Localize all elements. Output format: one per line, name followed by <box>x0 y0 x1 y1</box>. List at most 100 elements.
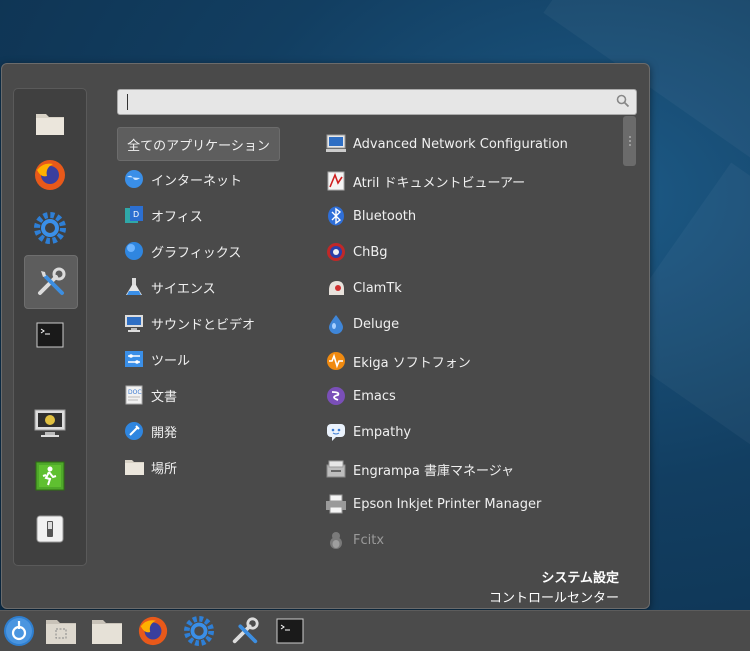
category-graphics[interactable]: グラフィックス <box>117 235 277 267</box>
category-internet[interactable]: インターネット <box>117 163 277 195</box>
app-label: Engrampa 書庫マネージャ <box>353 463 515 479</box>
app-empathy[interactable]: Empathy <box>325 416 625 448</box>
category-label: オフィス <box>151 209 203 225</box>
app-engrampa[interactable]: Engrampa 書庫マネージャ <box>325 453 625 485</box>
category-all-applications[interactable]: 全てのアプリケーション <box>117 127 280 161</box>
app-list-scrollbar[interactable] <box>623 116 637 566</box>
category-label: 開発 <box>151 425 178 441</box>
app-label: Empathy <box>353 424 412 440</box>
menu-launcher-button[interactable] <box>2 614 36 648</box>
favorite-lock-screen[interactable] <box>24 398 76 450</box>
app-chbg[interactable]: ChBg <box>325 236 625 268</box>
empathy-icon <box>325 421 347 443</box>
clamtk-icon <box>325 277 347 299</box>
app-label: Bluetooth <box>353 208 417 224</box>
terminal-icon <box>276 618 304 644</box>
app-clamtk[interactable]: ClamTk <box>325 272 625 304</box>
multimedia-icon <box>124 313 144 333</box>
app-atril[interactable]: Atril ドキュメントビューアー <box>325 165 625 197</box>
firefox-icon <box>35 160 65 190</box>
app-label: Deluge <box>353 316 400 332</box>
category-places[interactable]: 場所 <box>117 451 277 483</box>
firefox-launcher[interactable] <box>136 614 170 648</box>
text-cursor <box>127 94 128 110</box>
category-label: 文書 <box>151 389 178 405</box>
category-label: サウンドとビデオ <box>151 317 256 333</box>
taskbar <box>0 610 750 651</box>
app-label: Ekiga ソフトフォン <box>353 355 471 371</box>
category-label: 全てのアプリケーション <box>127 138 270 154</box>
ekiga-icon <box>325 350 347 372</box>
favorite-shutdown[interactable] <box>24 503 76 555</box>
app-fcitx[interactable]: Fcitx <box>325 524 625 556</box>
firefox-icon <box>138 616 168 646</box>
atril-icon <box>325 170 347 192</box>
settings-gear-icon <box>34 212 66 244</box>
favorites-panel <box>13 88 87 566</box>
fcitx-icon <box>325 529 347 551</box>
printer-icon <box>325 493 347 515</box>
deluge-icon <box>325 313 347 335</box>
category-documents[interactable]: DOC 文書 <box>117 379 277 411</box>
favorite-settings[interactable] <box>24 202 76 254</box>
settings-launcher[interactable] <box>182 614 216 648</box>
category-label: インターネット <box>151 173 243 189</box>
svg-text:D: D <box>133 210 139 219</box>
app-ekiga[interactable]: Ekiga ソフトフォン <box>325 345 625 377</box>
tools-launcher[interactable] <box>228 614 262 648</box>
app-label: Atril ドキュメントビューアー <box>353 175 526 191</box>
graphics-icon <box>124 241 144 261</box>
utilities-icon <box>124 349 144 369</box>
category-label: グラフィックス <box>151 245 242 261</box>
app-label: ChBg <box>353 244 388 260</box>
category-office[interactable]: D オフィス <box>117 199 277 231</box>
favorite-folder[interactable] <box>24 97 76 149</box>
menu-launcher-icon <box>4 616 34 646</box>
selected-item-title: システム設定 <box>541 571 619 586</box>
category-science[interactable]: サイエンス <box>117 271 277 303</box>
app-label: Epson Inkjet Printer Manager <box>353 496 542 512</box>
chbg-icon <box>325 241 347 263</box>
network-config-icon <box>325 133 347 155</box>
app-label: ClamTk <box>353 280 402 296</box>
terminal-icon <box>36 322 64 348</box>
settings-gear-icon <box>184 616 214 646</box>
category-label: ツール <box>151 353 191 369</box>
app-emacs[interactable]: Emacs <box>325 380 625 412</box>
search-input[interactable] <box>117 89 637 115</box>
office-icon: D <box>124 205 144 225</box>
files-button[interactable] <box>90 614 124 648</box>
favorite-terminal[interactable] <box>24 309 76 361</box>
category-development[interactable]: 開発 <box>117 415 277 447</box>
category-label: 場所 <box>151 461 178 477</box>
app-label: Emacs <box>353 388 396 404</box>
category-utilities[interactable]: ツール <box>117 343 277 375</box>
lock-screen-icon <box>34 409 66 437</box>
tools-icon <box>232 617 259 644</box>
svg-text:DOC: DOC <box>128 389 142 396</box>
favorite-tools[interactable] <box>24 255 78 309</box>
tools-icon <box>38 267 66 295</box>
search-icon <box>616 94 630 108</box>
app-deluge[interactable]: Deluge <box>325 308 625 340</box>
scrollbar-thumb[interactable] <box>623 116 636 166</box>
folder-icon <box>36 114 64 135</box>
development-icon <box>124 421 144 441</box>
show-desktop-button[interactable] <box>44 614 78 648</box>
category-label: サイエンス <box>151 281 216 297</box>
app-epson-printer-manager[interactable]: Epson Inkjet Printer Manager <box>325 488 625 520</box>
application-menu: 全てのアプリケーション インターネット D オフィス グラフィックス サイエンス… <box>1 63 650 609</box>
app-advanced-network-configuration[interactable]: Advanced Network Configuration <box>325 128 625 160</box>
logout-icon <box>35 461 65 491</box>
app-label: Advanced Network Configuration <box>353 136 568 152</box>
favorite-firefox[interactable] <box>24 149 76 201</box>
favorite-logout[interactable] <box>24 450 76 502</box>
terminal-launcher[interactable] <box>273 614 307 648</box>
places-folder-icon <box>124 457 144 477</box>
app-bluetooth[interactable]: Bluetooth <box>325 200 625 232</box>
category-sound-video[interactable]: サウンドとビデオ <box>117 307 277 339</box>
globe-icon <box>124 169 144 189</box>
files-folder-icon <box>92 620 122 644</box>
flask-icon <box>124 277 144 297</box>
engrampa-icon <box>325 458 347 480</box>
